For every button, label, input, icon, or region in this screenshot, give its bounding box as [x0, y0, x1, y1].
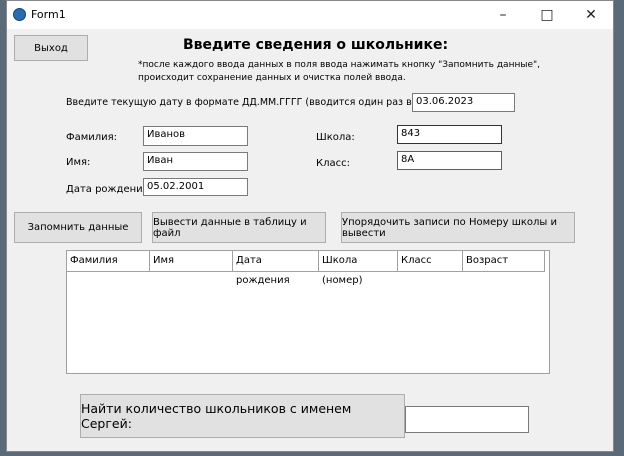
- class-label: Класс:: [316, 158, 350, 169]
- app-icon: [13, 8, 26, 21]
- school-input[interactable]: 843: [397, 125, 502, 144]
- column-header-birth-date[interactable]: Дата рождения: [233, 251, 319, 286]
- birth-date-input[interactable]: 05.02.2001: [143, 178, 248, 196]
- exit-button[interactable]: Выход: [14, 35, 88, 61]
- column-header-surname[interactable]: Фамилия: [67, 251, 150, 271]
- surname-input[interactable]: Иванов: [143, 126, 248, 146]
- find-sergey-button[interactable]: Найти количество школьников с именем Сер…: [80, 394, 405, 438]
- current-date-input[interactable]: 03.06.2023: [412, 93, 515, 112]
- surname-label: Фамилия:: [66, 132, 118, 143]
- window-title: Form1: [31, 8, 66, 21]
- class-input[interactable]: 8А: [397, 151, 502, 170]
- column-header-age[interactable]: Возраст: [463, 251, 545, 271]
- column-header-school[interactable]: Школа (номер): [319, 251, 398, 286]
- students-table[interactable]: Фамилия Имя Дата рождения Школа (номер) …: [66, 250, 550, 374]
- page-heading: Введите сведения о школьнике:: [183, 37, 449, 53]
- note-line-1: *после каждого ввода данных в поля ввода…: [138, 60, 540, 70]
- table-header: Фамилия Имя Дата рождения Школа (номер) …: [67, 251, 545, 286]
- birth-date-label: Дата рождения:: [66, 184, 153, 195]
- close-icon[interactable]: ✕: [569, 1, 613, 29]
- output-data-button[interactable]: Вывести данные в таблицу и файл: [152, 212, 326, 243]
- main-window: Form1 – □ ✕ Выход Введите сведения о шко…: [6, 0, 614, 452]
- maximize-icon[interactable]: □: [525, 1, 569, 29]
- name-label: Имя:: [66, 157, 91, 168]
- note-line-2: происходит сохранение данных и очистка п…: [138, 73, 406, 83]
- column-header-class[interactable]: Класс: [398, 251, 463, 271]
- find-result-input[interactable]: [405, 406, 529, 433]
- date-prompt-label: Введите текущую дату в формате ДД.ММ.ГГГ…: [66, 97, 458, 108]
- title-bar: Form1 – □ ✕: [7, 1, 613, 29]
- name-input[interactable]: Иван: [143, 152, 248, 171]
- school-label: Школа:: [316, 132, 355, 143]
- column-header-name[interactable]: Имя: [150, 251, 233, 271]
- save-data-button[interactable]: Запомнить данные: [14, 212, 142, 243]
- minimize-icon[interactable]: –: [481, 1, 525, 29]
- sort-output-button[interactable]: Упорядочить записи по Номеру школы и выв…: [341, 212, 575, 243]
